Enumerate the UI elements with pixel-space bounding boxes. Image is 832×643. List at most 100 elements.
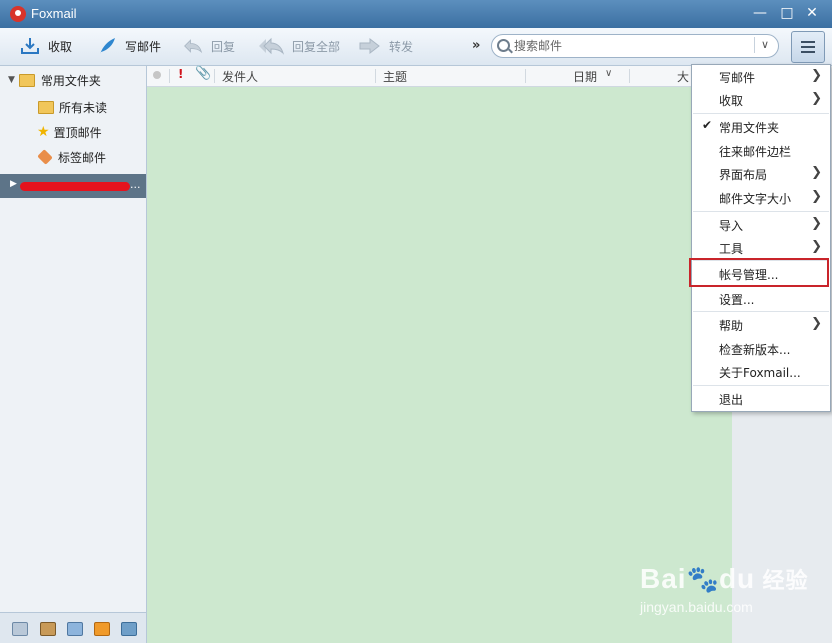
highlight-annotation-box [689, 258, 829, 287]
redacted-account-name [20, 182, 130, 191]
sidebar-item-unread[interactable]: 所有未读 [0, 95, 146, 119]
column-divider [525, 69, 526, 83]
feather-pen-icon [100, 38, 115, 54]
sender-column-header[interactable]: 发件人 [222, 68, 258, 85]
baidu-watermark: Bai🐾du 经验 jingyan.baidu.com [640, 563, 809, 615]
column-divider [375, 69, 376, 83]
sidebar-root-label: 常用文件夹 [40, 73, 101, 88]
compose-button[interactable]: 写邮件 [97, 36, 161, 56]
submenu-arrow-icon: ❯ [811, 68, 822, 83]
forward-button[interactable]: 转发 [359, 36, 413, 56]
menu-item-layout[interactable]: 界面布局 ❯ [692, 162, 830, 185]
mail-list-area[interactable] [147, 87, 732, 643]
toolbar-overflow-button[interactable]: » [472, 38, 480, 53]
column-divider [214, 69, 215, 83]
watermark-cn: 经验 [762, 568, 809, 593]
title-bar: Foxmail — □ ✕ [0, 0, 832, 28]
watermark-brand: Bai [640, 563, 687, 594]
submenu-arrow-icon: ❯ [811, 316, 822, 331]
close-button[interactable]: ✕ [804, 5, 820, 21]
reply-icon [184, 39, 203, 54]
main-menu-button[interactable] [791, 31, 825, 63]
receive-button[interactable]: 收取 [20, 36, 72, 56]
menu-item-correspondence-sidebar[interactable]: 往来邮件边栏 [692, 139, 830, 162]
expand-triangle-icon[interactable]: ▶ [10, 179, 17, 189]
menu-item-label: 收取 [719, 94, 744, 108]
sidebar-root-favorites[interactable]: ▼ 常用文件夹 [0, 68, 146, 92]
menu-item-compose[interactable]: 写邮件 ❯ [692, 65, 830, 88]
sidebar-item-label: 置顶邮件 [53, 125, 102, 140]
menu-item-label: 检查新版本... [719, 343, 791, 357]
size-column-header[interactable]: 大 [677, 68, 689, 85]
calendar-icon[interactable] [67, 622, 83, 636]
sidebar-account-row[interactable]: ▶ ... [0, 174, 146, 198]
account-suffix: ... [130, 178, 141, 191]
menu-item-label: 常用文件夹 [719, 121, 780, 135]
menu-item-favorites[interactable]: ✔ 常用文件夹 [692, 115, 830, 138]
menu-item-text-size[interactable]: 邮件文字大小 ❯ [692, 186, 830, 209]
search-box: ∨ [491, 34, 779, 58]
menu-separator [693, 385, 829, 386]
attachment-column-icon[interactable]: 📎 [195, 66, 211, 81]
search-options-chevron-icon[interactable]: ∨ [754, 37, 775, 53]
folder-icon [18, 73, 35, 87]
reply-all-button[interactable]: 回复全部 [258, 36, 340, 56]
watermark-url: jingyan.baidu.com [640, 599, 753, 615]
toolbar: 收取 写邮件 回复 回复全部 转发 » 搜索邮件 ∨ [0, 28, 832, 66]
receive-label: 收取 [48, 39, 73, 54]
menu-separator [693, 113, 829, 114]
rss-icon[interactable] [94, 622, 110, 636]
watermark-brand2: du [718, 563, 756, 594]
sidebar-item-label: 标签邮件 [58, 150, 107, 165]
column-divider [169, 69, 170, 83]
menu-item-about[interactable]: 关于Foxmail... [692, 360, 830, 383]
menu-item-help[interactable]: 帮助 ❯ [692, 313, 830, 336]
menu-item-import[interactable]: 导入 ❯ [692, 213, 830, 236]
menu-item-label: 工具 [719, 242, 744, 256]
reply-label: 回复 [211, 39, 236, 54]
expand-triangle-icon[interactable]: ▼ [8, 75, 15, 85]
maximize-button[interactable]: □ [779, 5, 795, 21]
priority-column-icon[interactable]: ! [178, 67, 183, 81]
column-divider [629, 69, 630, 83]
tag-icon [37, 149, 53, 165]
submenu-arrow-icon: ❯ [811, 239, 822, 254]
star-icon: ★ [37, 124, 50, 140]
compose-label: 写邮件 [125, 39, 162, 54]
read-status-column-icon[interactable] [153, 71, 161, 79]
sidebar-item-label: 所有未读 [59, 100, 108, 115]
sidebar-bottom-bar [0, 612, 146, 643]
menu-item-receive[interactable]: 收取 ❯ [692, 88, 830, 111]
submenu-arrow-icon: ❯ [811, 216, 822, 231]
reply-button[interactable]: 回复 [183, 36, 235, 56]
notes-icon[interactable] [121, 622, 137, 636]
reply-all-icon [259, 37, 284, 55]
paw-icon: 🐾 [686, 564, 719, 594]
foxmail-logo-icon [10, 6, 26, 22]
mail-list-header: ! 📎 发件人 主题 日期 ∨ 大 [147, 66, 732, 87]
subject-column-header[interactable]: 主题 [383, 68, 407, 85]
menu-item-label: 邮件文字大小 [719, 192, 792, 206]
sidebar-item-pinned[interactable]: ★ 置顶邮件 [0, 120, 146, 144]
menu-item-tools[interactable]: 工具 ❯ [692, 236, 830, 259]
minimize-button[interactable]: — [752, 5, 768, 21]
menu-item-check-updates[interactable]: 检查新版本... [692, 337, 830, 360]
mail-view-icon[interactable] [12, 622, 28, 636]
menu-item-label: 往来邮件边栏 [719, 145, 792, 159]
menu-separator [693, 311, 829, 312]
menu-item-settings[interactable]: 设置... [692, 287, 830, 310]
search-icon [497, 39, 510, 52]
menu-item-exit[interactable]: 退出 [692, 387, 830, 410]
folder-icon [38, 100, 54, 114]
sidebar-item-tagged[interactable]: 标签邮件 [0, 145, 146, 169]
list-menu-icon [801, 41, 815, 56]
menu-item-label: 退出 [719, 393, 744, 407]
main-dropdown-menu: 写邮件 ❯ 收取 ❯ ✔ 常用文件夹 往来邮件边栏 界面布局 ❯ 邮件文字大小 … [691, 64, 831, 412]
folder-sidebar: ▼ 常用文件夹 所有未读 ★ 置顶邮件 标签邮件 ▶ ... [0, 66, 147, 643]
menu-item-label: 设置... [719, 293, 755, 307]
forward-icon [359, 37, 380, 55]
sort-chevron-down-icon[interactable]: ∨ [605, 68, 612, 79]
contacts-icon[interactable] [40, 622, 56, 636]
date-column-header[interactable]: 日期 [573, 68, 597, 85]
search-input[interactable] [512, 37, 746, 55]
